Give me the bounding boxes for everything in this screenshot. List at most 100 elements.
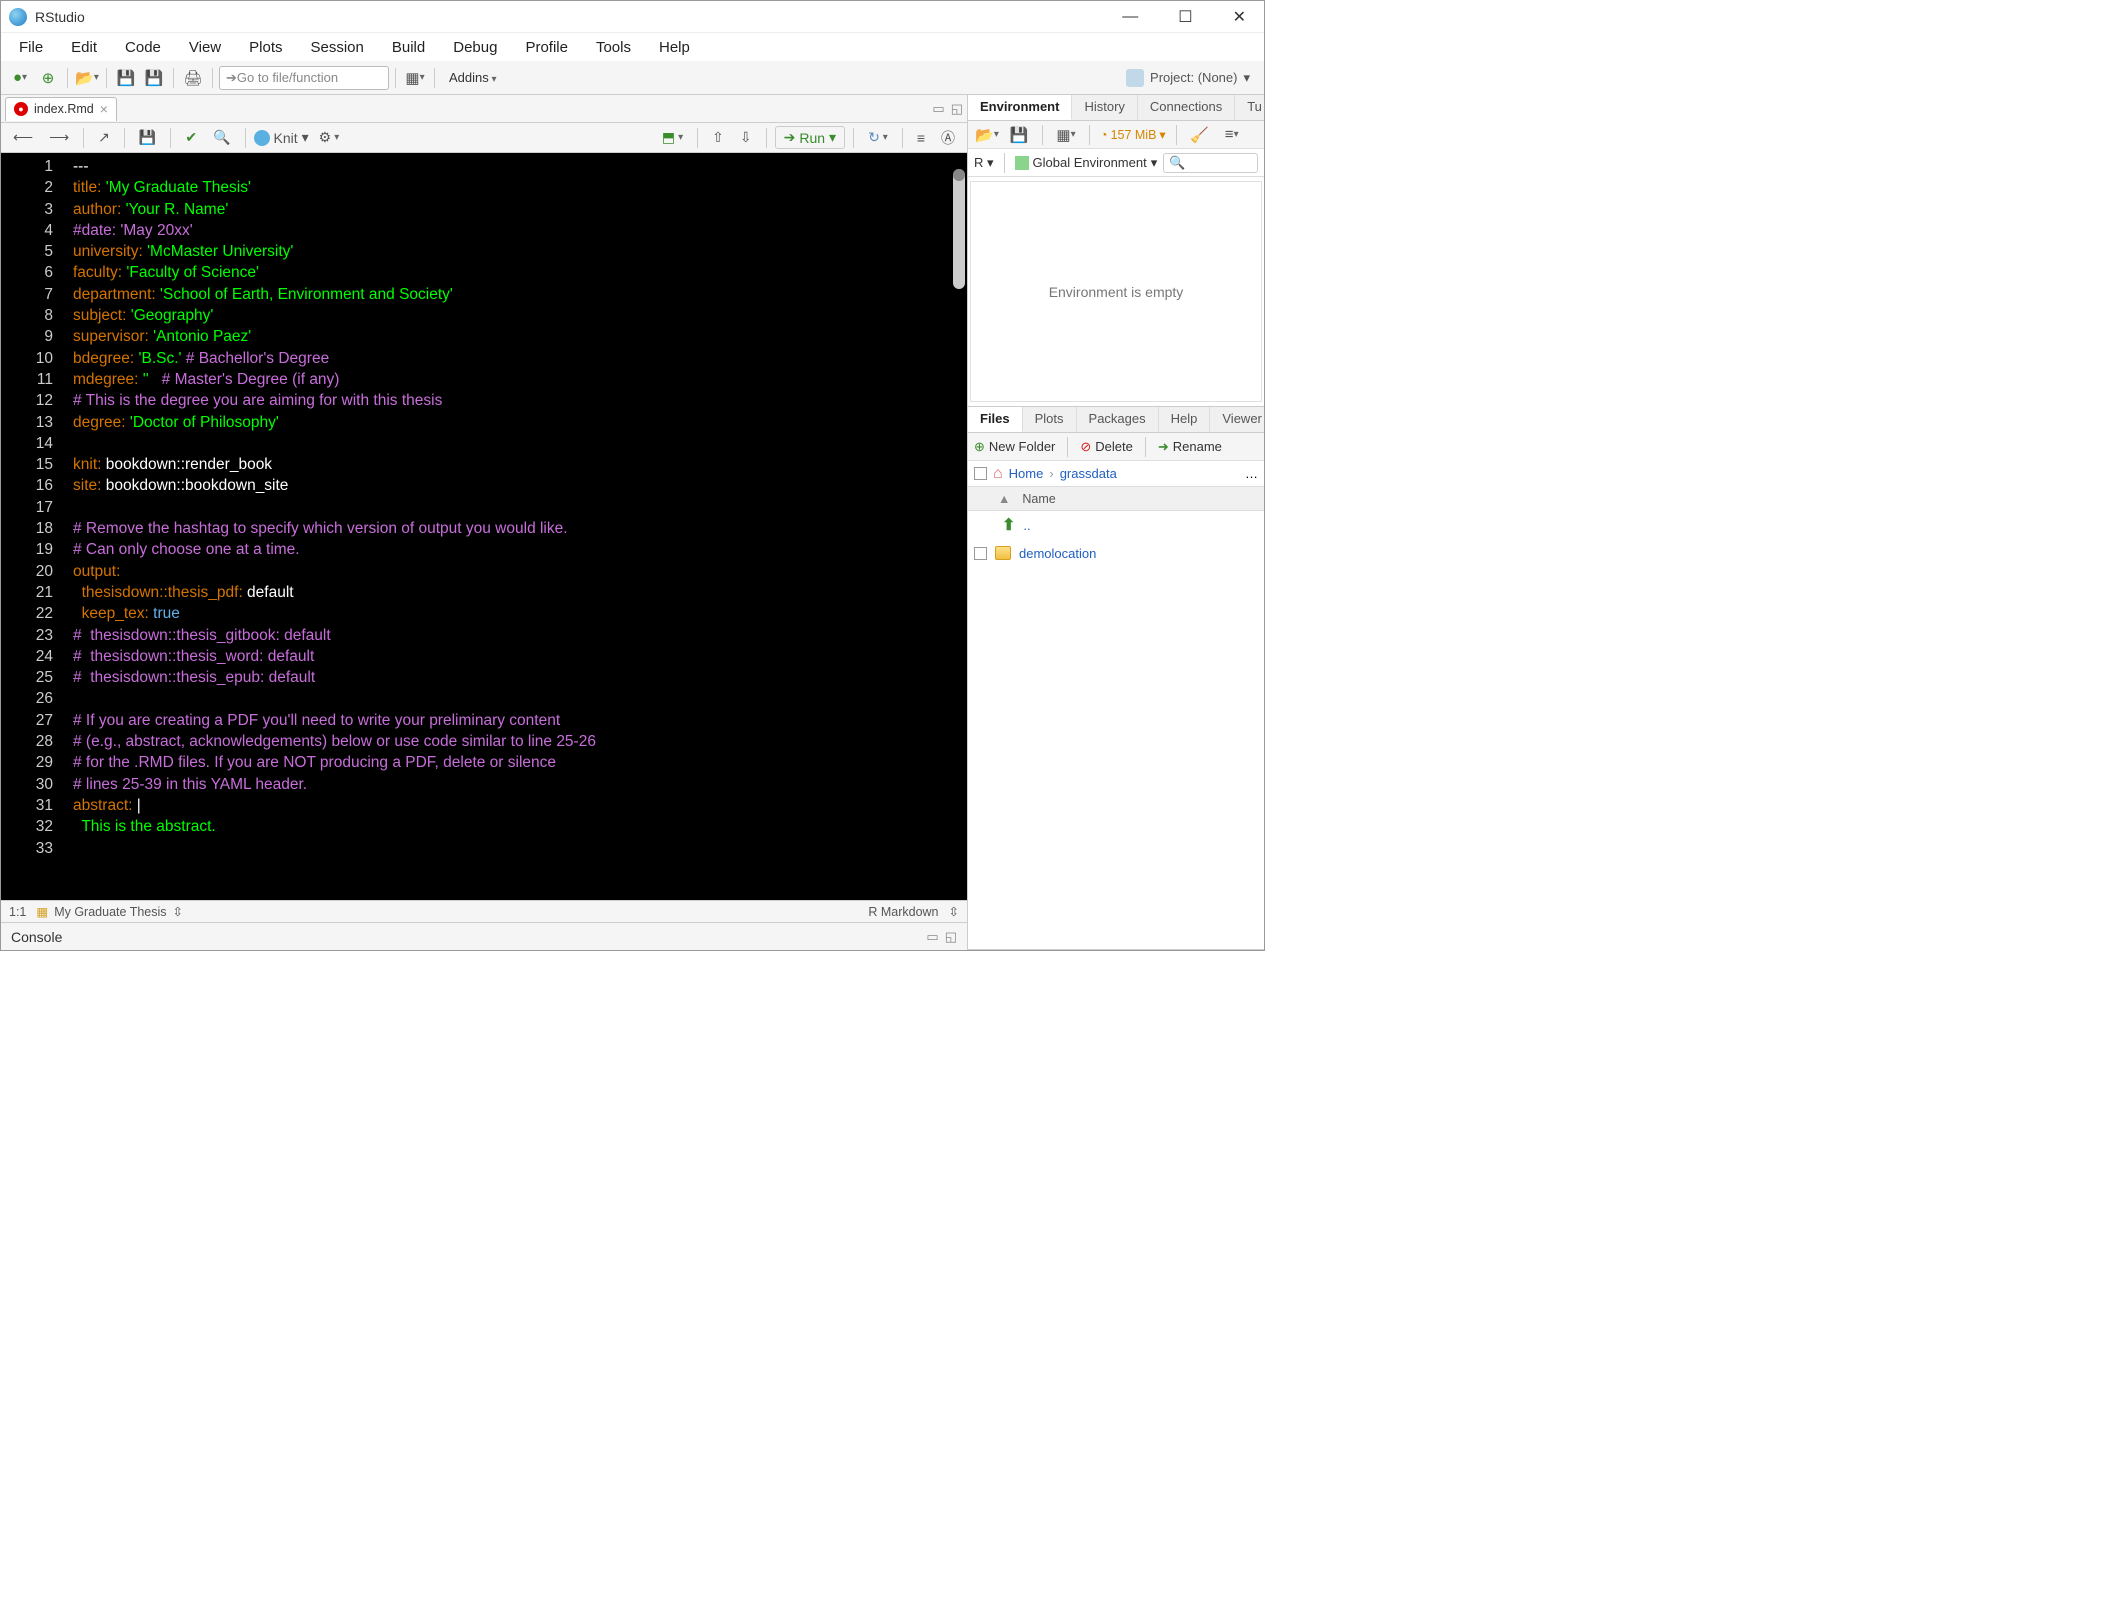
visual-editor-button[interactable]: Ⓐ (935, 126, 961, 150)
menu-plots[interactable]: Plots (235, 36, 296, 59)
back-button[interactable]: ⟵ (7, 127, 39, 148)
code-line[interactable] (73, 433, 967, 454)
file-row-up[interactable]: ⬆ .. (968, 511, 1264, 539)
go-to-next-chunk-button[interactable]: ⇩ (734, 127, 758, 148)
code-line[interactable]: # Remove the hashtag to specify which ve… (73, 518, 967, 539)
code-line[interactable]: --- (73, 156, 967, 177)
print-button[interactable]: 🖨 (180, 65, 206, 91)
outline-button[interactable]: ≡ (911, 128, 931, 148)
addins-menu[interactable]: Addins (441, 67, 505, 88)
knit-button[interactable]: Knit ▾ (254, 129, 309, 146)
open-file-button[interactable]: 📂 (74, 65, 100, 91)
code-line[interactable]: # thesisdown::thesis_epub: default (73, 667, 967, 688)
code-editor[interactable]: 1234567891011121314151617181920212223242… (1, 153, 967, 900)
close-tab-button[interactable]: × (100, 101, 108, 117)
find-replace-button[interactable]: 🔍 (207, 127, 236, 148)
minimize-pane-button[interactable]: ▭ (932, 101, 944, 117)
code-line[interactable]: knit: bookdown::render_book (73, 454, 967, 475)
publish-button[interactable]: ↻ (862, 127, 894, 148)
code-line[interactable] (73, 688, 967, 709)
menu-debug[interactable]: Debug (439, 36, 511, 59)
home-icon[interactable]: ⌂ (993, 465, 1003, 483)
save-source-button[interactable]: 💾 (133, 127, 162, 148)
show-in-new-window-button[interactable]: ↗ (92, 127, 116, 148)
code-line[interactable]: author: 'Your R. Name' (73, 199, 967, 220)
close-button[interactable]: ✕ (1223, 3, 1256, 31)
more-button[interactable]: … (1245, 466, 1258, 481)
env-tab-environment[interactable]: Environment (968, 95, 1072, 120)
breadcrumb-home[interactable]: Home (1009, 466, 1044, 481)
code-line[interactable]: faculty: 'Faculty of Science' (73, 262, 967, 283)
menu-file[interactable]: File (5, 36, 57, 59)
code-line[interactable]: title: 'My Graduate Thesis' (73, 177, 967, 198)
menu-edit[interactable]: Edit (57, 36, 111, 59)
env-tab-tu[interactable]: Tu (1235, 95, 1264, 120)
goto-file-input[interactable]: ➔ Go to file/function (219, 66, 389, 90)
env-tab-history[interactable]: History (1072, 95, 1137, 120)
files-tab-help[interactable]: Help (1159, 407, 1211, 432)
spellcheck-button[interactable]: ✔ (179, 127, 203, 148)
code-line[interactable] (73, 838, 967, 859)
menu-session[interactable]: Session (297, 36, 378, 59)
save-button[interactable]: 💾 (113, 65, 139, 91)
env-tab-connections[interactable]: Connections (1138, 95, 1235, 120)
forward-button[interactable]: ⟶ (43, 127, 75, 148)
code-line[interactable]: mdegree: '' # Master's Degree (if any) (73, 369, 967, 390)
code-line[interactable]: # Can only choose one at a time. (73, 539, 967, 560)
code-line[interactable]: degree: 'Doctor of Philosophy' (73, 412, 967, 433)
files-tab-packages[interactable]: Packages (1077, 407, 1159, 432)
scrollbar-thumb[interactable] (953, 169, 965, 289)
code-line[interactable]: thesisdown::thesis_pdf: default (73, 582, 967, 603)
menu-profile[interactable]: Profile (511, 36, 582, 59)
code-line[interactable]: output: (73, 561, 967, 582)
code-line[interactable]: # This is the degree you are aiming for … (73, 390, 967, 411)
maximize-button[interactable]: ☐ (1168, 3, 1202, 31)
code-line[interactable]: # thesisdown::thesis_word: default (73, 646, 967, 667)
clear-workspace-button[interactable]: 🧹 (1187, 122, 1213, 148)
menu-code[interactable]: Code (111, 36, 175, 59)
code-line[interactable]: site: bookdown::bookdown_site (73, 475, 967, 496)
source-tab-index[interactable]: ● index.Rmd × (5, 97, 117, 121)
env-scope-selector[interactable]: Global Environment ▾ (1015, 155, 1158, 171)
file-row[interactable]: demolocation (968, 539, 1264, 567)
new-folder-button[interactable]: ⊕ New Folder (974, 439, 1055, 455)
save-all-button[interactable]: 💾 (141, 65, 167, 91)
scroll-down-arrow-icon[interactable] (953, 169, 965, 181)
delete-button[interactable]: ⊘ Delete (1080, 439, 1132, 455)
code-line[interactable]: # If you are creating a PDF you'll need … (73, 710, 967, 731)
list-view-button[interactable]: ≡ (1219, 122, 1245, 148)
menu-tools[interactable]: Tools (582, 36, 645, 59)
rename-button[interactable]: ➜ Rename (1158, 439, 1222, 455)
code-line[interactable]: This is the abstract. (73, 816, 967, 837)
files-tab-files[interactable]: Files (968, 407, 1023, 432)
code-line[interactable]: supervisor: 'Antonio Paez' (73, 326, 967, 347)
run-button[interactable]: ➔ Run ▾ (775, 126, 845, 149)
code-line[interactable]: # (e.g., abstract, acknowledgements) bel… (73, 731, 967, 752)
code-line[interactable]: university: 'McMaster University' (73, 241, 967, 262)
sort-asc-icon[interactable]: ▲ (998, 492, 1010, 506)
menu-help[interactable]: Help (645, 36, 704, 59)
maximize-pane-button[interactable]: ◱ (945, 929, 957, 945)
project-selector[interactable]: Project: (None) ▾ (1118, 66, 1258, 90)
save-workspace-button[interactable]: 💾 (1006, 122, 1032, 148)
console-tab[interactable]: Console (11, 929, 62, 945)
code-line[interactable] (73, 497, 967, 518)
new-project-button[interactable]: ⊕ (35, 65, 61, 91)
import-dataset-button[interactable]: ▦ (1053, 122, 1079, 148)
code-line[interactable]: keep_tex: true (73, 603, 967, 624)
code-line[interactable]: bdegree: 'B.Sc.' # Bachellor's Degree (73, 348, 967, 369)
file-checkbox[interactable] (974, 547, 987, 560)
code-line[interactable]: department: 'School of Earth, Environmen… (73, 284, 967, 305)
code-line[interactable]: subject: 'Geography' (73, 305, 967, 326)
memory-usage[interactable]: ◔ 157 MiB ▾ (1100, 127, 1166, 142)
code-content[interactable]: ---title: 'My Graduate Thesis'author: 'Y… (63, 153, 967, 900)
new-file-button[interactable]: ● (7, 65, 33, 91)
grid-tool-button[interactable]: ▦ (402, 65, 428, 91)
r-lang-selector[interactable]: R ▾ (974, 155, 994, 171)
load-workspace-button[interactable]: 📂 (974, 122, 1000, 148)
minimize-pane-button[interactable]: ▭ (926, 929, 938, 945)
code-line[interactable]: # for the .RMD files. If you are NOT pro… (73, 752, 967, 773)
file-name[interactable]: demolocation (1019, 546, 1096, 561)
code-line[interactable]: # lines 25-39 in this YAML header. (73, 774, 967, 795)
breadcrumb-current[interactable]: grassdata (1060, 466, 1117, 481)
